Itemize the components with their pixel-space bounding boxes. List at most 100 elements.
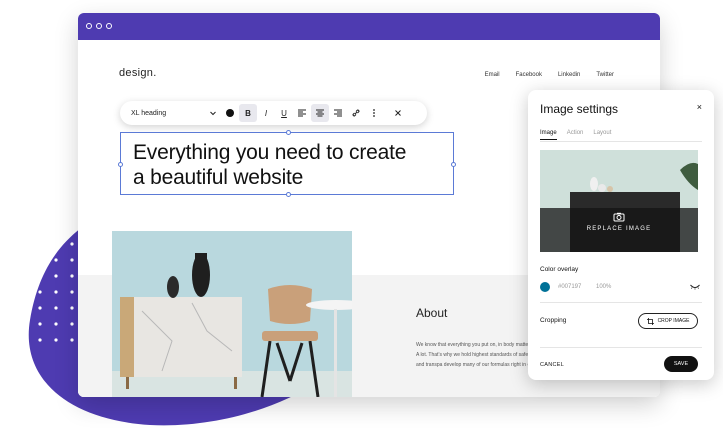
text-style-value: XL heading — [131, 109, 167, 117]
dot — [6, 258, 10, 262]
nav-twitter[interactable]: Twitter — [596, 72, 614, 78]
image-settings-panel: Image settings × Image Action Layout REP… — [528, 90, 714, 380]
cancel-button[interactable]: CANCEL — [540, 362, 564, 368]
chevron-down-icon — [210, 111, 216, 116]
dot — [70, 274, 74, 278]
dot — [54, 322, 58, 326]
align-left-button[interactable] — [293, 104, 311, 122]
dot — [22, 242, 26, 246]
section-divider — [540, 302, 702, 303]
heading-line-1: Everything you need to create — [133, 141, 407, 164]
window-dot — [106, 23, 112, 29]
dot — [70, 226, 74, 230]
resize-handle[interactable] — [118, 162, 123, 167]
align-right-button[interactable] — [329, 104, 347, 122]
italic-button[interactable]: I — [257, 104, 275, 122]
heading-line-2: a beautiful website — [133, 166, 304, 189]
dot — [6, 242, 10, 246]
site-logo[interactable]: design. — [119, 67, 157, 79]
overlay-hex-value[interactable]: #007197 — [558, 284, 581, 290]
dot — [22, 306, 26, 310]
panel-close-button[interactable]: × — [697, 102, 702, 112]
camera-icon — [613, 212, 625, 222]
tab-layout[interactable]: Layout — [593, 130, 611, 140]
align-center-icon — [316, 109, 324, 117]
dot — [38, 274, 42, 278]
furniture-photo[interactable] — [112, 231, 352, 397]
crop-image-button[interactable]: CROP IMAGE — [638, 313, 698, 329]
dot — [38, 290, 42, 294]
resize-handle[interactable] — [451, 162, 456, 167]
underline-icon: U — [281, 108, 287, 118]
dot — [38, 258, 42, 262]
align-center-button[interactable] — [311, 104, 329, 122]
dot — [22, 226, 26, 230]
dot — [6, 274, 10, 278]
text-style-select[interactable]: XL heading — [131, 109, 217, 117]
dot — [6, 290, 10, 294]
bold-button[interactable]: B — [239, 104, 257, 122]
bold-icon: B — [245, 108, 251, 118]
link-icon — [352, 109, 360, 117]
nav-email[interactable]: Email — [485, 72, 500, 78]
italic-icon: I — [264, 108, 268, 118]
dot — [38, 306, 42, 310]
color-dot-icon — [226, 109, 234, 117]
dot — [38, 338, 42, 342]
dot — [22, 258, 26, 262]
dot — [54, 242, 58, 246]
panel-tabs: Image Action Layout — [540, 130, 611, 140]
window-dot — [86, 23, 92, 29]
window-dot — [96, 23, 102, 29]
footer-divider — [540, 347, 702, 348]
underline-button[interactable]: U — [275, 104, 293, 122]
toolbar-close-button[interactable] — [389, 104, 407, 122]
resize-handle[interactable] — [286, 192, 291, 197]
color-overlay-label: Color overlay — [540, 266, 579, 273]
panel-title: Image settings — [540, 102, 619, 116]
dot — [38, 242, 42, 246]
dot — [54, 338, 58, 342]
replace-image-button[interactable]: REPLACE IMAGE — [540, 226, 698, 232]
dot — [54, 258, 58, 262]
dot — [54, 290, 58, 294]
tab-action[interactable]: Action — [567, 130, 584, 140]
overlay-color-swatch[interactable] — [540, 282, 550, 292]
text-color-button[interactable] — [221, 104, 239, 122]
more-button[interactable] — [365, 104, 383, 122]
tabs-divider — [540, 141, 702, 142]
dot — [70, 290, 74, 294]
tab-image[interactable]: Image — [540, 130, 557, 140]
image-preview[interactable]: REPLACE IMAGE — [540, 150, 698, 252]
dot — [70, 258, 74, 262]
about-text: We know that everything you put on, in b… — [416, 342, 534, 368]
dot — [6, 338, 10, 342]
dot — [70, 306, 74, 310]
dot — [54, 226, 58, 230]
dot — [70, 242, 74, 246]
about-title: About — [416, 306, 448, 320]
dot — [70, 322, 74, 326]
dot — [38, 226, 42, 230]
dot — [22, 338, 26, 342]
dot — [6, 322, 10, 326]
crop-image-label: CROP IMAGE — [657, 318, 690, 324]
cropping-label: Cropping — [540, 317, 567, 324]
heading-text-block[interactable]: Everything you need to create a beautifu… — [118, 130, 456, 197]
dot — [6, 306, 10, 310]
resize-handle[interactable] — [286, 130, 291, 135]
site-nav: Email Facebook Linkedin Twitter — [485, 72, 614, 78]
save-button[interactable]: SAVE — [664, 356, 698, 372]
overlay-opacity-value[interactable]: 100% — [596, 284, 611, 290]
align-left-icon — [298, 109, 306, 117]
close-icon: × — [696, 102, 702, 112]
dot — [6, 226, 10, 230]
nav-facebook[interactable]: Facebook — [516, 72, 542, 78]
dot — [70, 338, 74, 342]
eye-icon[interactable] — [690, 284, 700, 290]
dot — [38, 322, 42, 326]
link-button[interactable] — [347, 104, 365, 122]
nav-linkedin[interactable]: Linkedin — [558, 72, 580, 78]
heading-text[interactable]: Everything you need to create a beautifu… — [133, 140, 406, 190]
dot — [54, 274, 58, 278]
